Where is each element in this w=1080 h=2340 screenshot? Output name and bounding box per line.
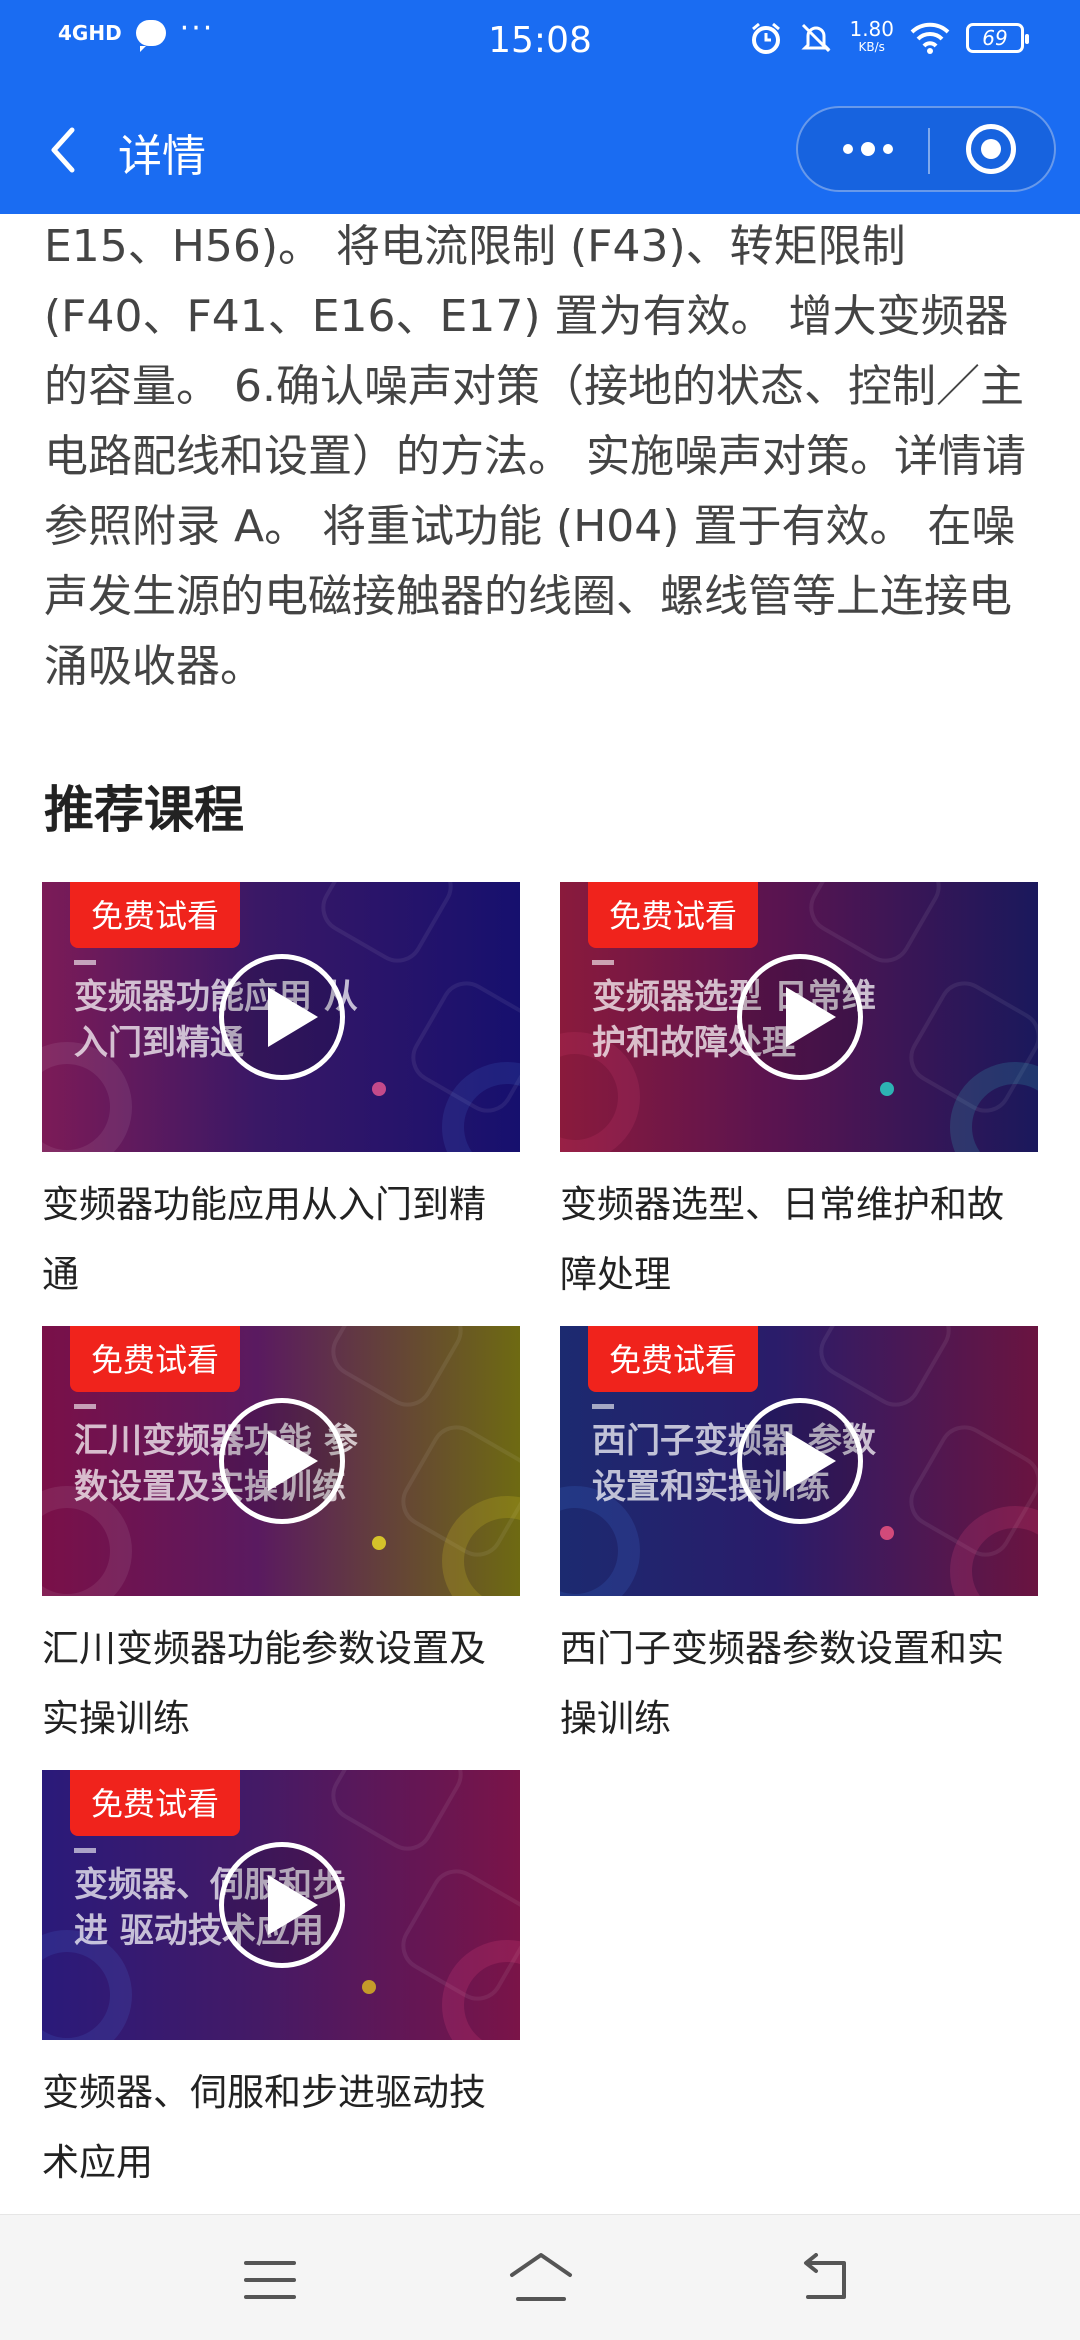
play-icon[interactable] [219,1842,345,1968]
page-title: 详情 [118,131,206,182]
more-options-icon[interactable] [838,108,898,190]
course-card[interactable]: 免费试看 变频器选型 日常维护和故障处理 变频器选型、日常维护和故障处理 [560,882,1038,1310]
capsule-divider [928,128,930,174]
play-icon[interactable] [219,1398,345,1524]
course-thumbnail[interactable]: 免费试看 西门子变频器 参数设置和实操训练 [560,1326,1038,1596]
course-card[interactable]: 免费试看 变频器功能应用 从入门到精通 变频器功能应用从入门到精通 [42,882,520,1310]
recommended-courses-title: 推荐课程 [44,781,244,839]
course-thumbnail[interactable]: 免费试看 变频器选型 日常维护和故障处理 [560,882,1038,1152]
back-arrow-icon[interactable] [40,122,90,178]
play-icon[interactable] [219,954,345,1080]
back-icon[interactable] [796,2253,852,2303]
course-thumbnail[interactable]: 免费试看 汇川变频器功能 参数设置及实操训练 [42,1326,520,1596]
battery-indicator: 69 [966,23,1029,53]
menu-icon[interactable] [244,2261,296,2299]
mini-program-capsule [796,106,1056,192]
course-title[interactable]: 变频器功能应用从入门到精通 [42,1170,520,1310]
close-mini-program-icon[interactable] [966,124,1016,174]
play-icon[interactable] [737,954,863,1080]
wifi-icon [910,22,950,54]
course-title[interactable]: 汇川变频器功能参数设置及实操训练 [42,1614,520,1754]
play-icon[interactable] [737,1398,863,1524]
free-trial-badge: 免费试看 [70,1770,240,1836]
network-speed: 1.80 KB/s [849,19,894,56]
alarm-icon [752,22,781,54]
free-trial-badge: 免费试看 [70,1326,240,1392]
course-thumbnail[interactable]: 免费试看 变频器功能应用 从入门到精通 [42,882,520,1152]
course-card[interactable]: 免费试看 汇川变频器功能 参数设置及实操训练 汇川变频器功能参数设置及实操训练 [42,1326,520,1754]
mute-icon [801,23,832,53]
course-title[interactable]: 变频器、伺服和步进驱动技术应用 [42,2058,520,2198]
free-trial-badge: 免费试看 [70,882,240,948]
course-card[interactable]: 免费试看 变频器、伺服和步进 驱动技术应用 变频器、伺服和步进驱动技术应用 [42,1770,520,2198]
navigation-bar: 详情 [0,104,1080,196]
article-body: E15、H56)。 将电流限制 (F43)、转矩限制 (F40、F41、E16、… [44,221,1026,692]
system-nav-bar [0,2214,1080,2340]
free-trial-badge: 免费试看 [588,882,758,948]
course-thumbnail[interactable]: 免费试看 变频器、伺服和步进 驱动技术应用 [42,1770,520,2040]
course-card[interactable]: 免费试看 西门子变频器 参数设置和实操训练 西门子变频器参数设置和实操训练 [560,1326,1038,1754]
free-trial-badge: 免费试看 [588,1326,758,1392]
top-bar: 4GHD ··· 15:08 1.80 KB/s 69 详情 [0,0,1080,214]
course-title[interactable]: 变频器选型、日常维护和故障处理 [560,1170,1038,1310]
course-title[interactable]: 西门子变频器参数设置和实操训练 [560,1614,1038,1754]
home-icon[interactable] [508,2249,574,2305]
status-bar: 4GHD ··· 15:08 1.80 KB/s 69 [0,0,1080,86]
